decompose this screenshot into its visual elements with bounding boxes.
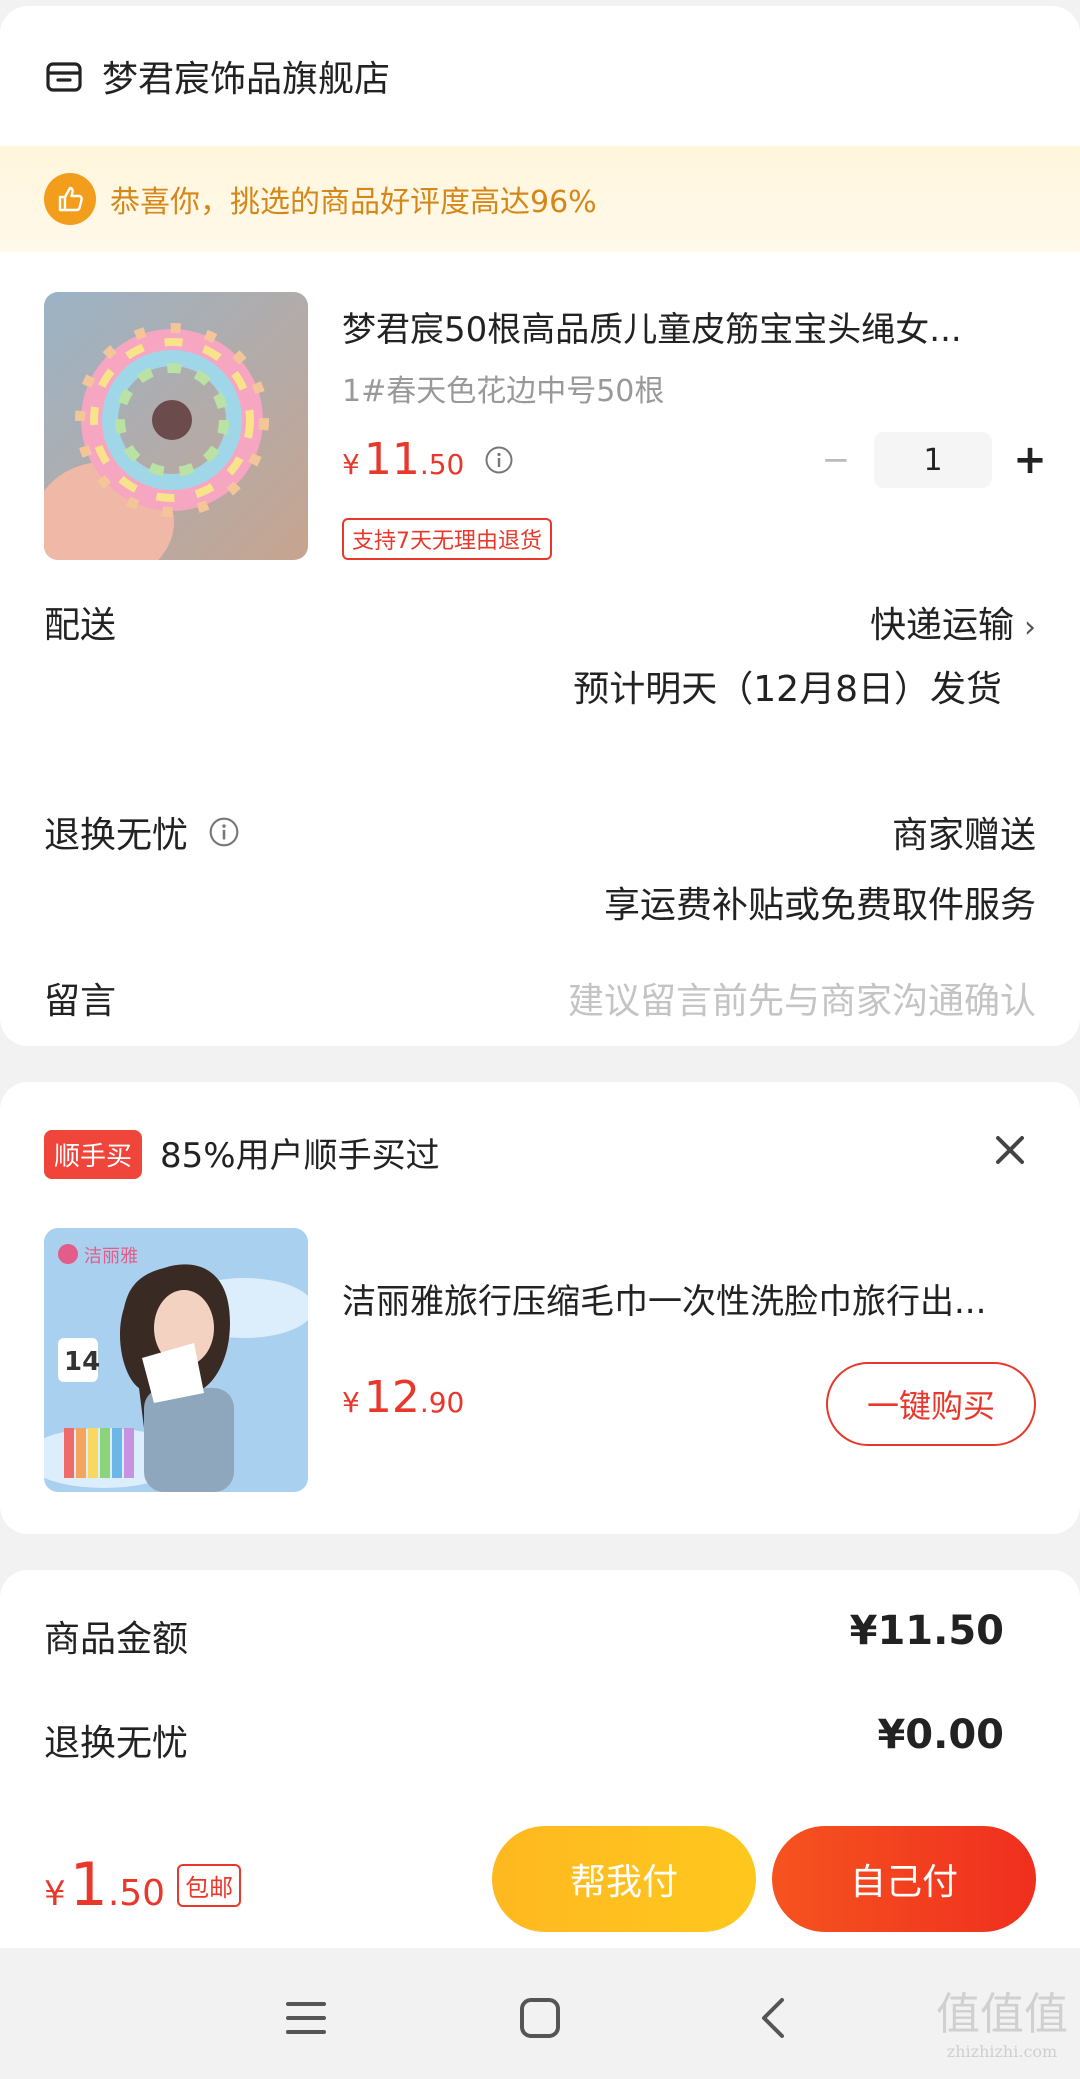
price-symbol: ¥ <box>342 1386 360 1419</box>
delivery-method-text: 快递运输 <box>869 605 1014 646</box>
product-title[interactable]: 梦君宸50根高品质儿童皮筋宝宝头绳女... <box>342 302 1042 351</box>
price-integer: 11 <box>363 434 420 485</box>
rating-banner: 恭喜你，挑选的商品好评度高达96% <box>0 146 1080 252</box>
return-service-row: 退换无忧 <box>44 806 240 858</box>
total-price: ¥ 1 .50 包邮 <box>44 1850 242 1920</box>
return-service-desc: 享运费补贴或免费取件服务 <box>603 885 1036 926</box>
recent-apps-icon[interactable] <box>276 1988 336 2048</box>
suggested-product-image[interactable]: 洁丽雅 14 <box>44 1228 308 1492</box>
shop-name: 梦君宸饰品旗舰店 <box>102 59 391 100</box>
quantity-input[interactable]: 1 <box>874 432 992 488</box>
return-fee-label: 退换无忧 <box>44 1723 189 1764</box>
message-input[interactable]: 建议留言前先与商家沟通确认 <box>568 972 1036 1024</box>
total-decimal: .50 <box>107 1873 166 1914</box>
delivery-label: 配送 <box>44 605 117 646</box>
product-image[interactable] <box>44 292 308 560</box>
quantity-stepper: − 1 + <box>818 432 1048 488</box>
return-service-label: 退换无忧 <box>44 815 189 856</box>
price-integer: 12 <box>363 1372 420 1423</box>
info-icon[interactable] <box>484 445 514 475</box>
increase-button[interactable]: + <box>1012 437 1048 483</box>
price-decimal: .90 <box>419 1386 465 1419</box>
watermark-domain: zhizhizhi.com <box>946 2042 1058 2061</box>
rating-banner-text: 恭喜你，挑选的商品好评度高达96% <box>110 185 597 220</box>
bundle-tag: 顺手买 <box>44 1130 143 1179</box>
decrease-button[interactable]: − <box>818 440 854 480</box>
one-click-buy-button[interactable]: 一键购买 <box>826 1362 1036 1446</box>
product-price: ¥ 11 .50 <box>342 434 514 485</box>
watermark-logo: 值值值 zhizhizhi.com <box>936 1978 1068 2061</box>
return-policy-tag: 支持7天无理由退货 <box>342 518 552 560</box>
price-decimal: .50 <box>419 448 465 481</box>
checkout-bar: ¥ 1 .50 包邮 帮我付 自己付 <box>0 1808 1080 1948</box>
delivery-method[interactable]: 快递运输 › <box>870 596 1036 648</box>
total-symbol: ¥ <box>44 1874 66 1914</box>
return-service-value: 商家赠送 <box>891 815 1036 856</box>
home-icon[interactable] <box>510 1988 570 2048</box>
shop-header[interactable]: 梦君宸饰品旗舰店 <box>44 50 390 102</box>
suggested-product-price: ¥ 12 .90 <box>342 1372 464 1423</box>
help-me-pay-button[interactable]: 帮我付 <box>492 1826 756 1932</box>
suggestion-card: 顺手买 85%用户顺手买过 洁丽雅 14 洁丽雅旅行压缩毛巾一次性洗脸巾旅行出.… <box>0 1082 1080 1534</box>
delivery-estimate: 预计明天（12月8日）发货 <box>573 669 1002 710</box>
message-label: 留言 <box>44 981 117 1022</box>
product-spec[interactable]: 1#春天色花边中号50根 <box>342 366 664 410</box>
close-icon[interactable] <box>992 1132 1028 1168</box>
goods-amount-value: ¥11.50 <box>849 1608 1004 1654</box>
order-card: 梦君宸饰品旗舰店 恭喜你，挑选的商品好评度高达96% 梦君宸50根高品质儿童皮筋… <box>0 6 1080 1046</box>
system-nav-bar: 值值值 zhizhizhi.com <box>0 1948 1080 2079</box>
free-shipping-tag: 包邮 <box>177 1863 242 1907</box>
thumbs-up-icon <box>44 173 96 225</box>
pay-myself-button[interactable]: 自己付 <box>772 1826 1036 1932</box>
store-icon <box>46 62 82 92</box>
info-icon[interactable] <box>208 816 240 848</box>
suggested-product-title[interactable]: 洁丽雅旅行压缩毛巾一次性洗脸巾旅行出... <box>342 1274 1022 1323</box>
bundle-text: 85%用户顺手买过 <box>160 1136 440 1176</box>
suggest-image-brand: 洁丽雅 <box>84 1246 138 1267</box>
goods-amount-label: 商品金额 <box>44 1619 189 1660</box>
watermark-text: 值值值 <box>936 1989 1068 2040</box>
price-symbol: ¥ <box>342 448 360 481</box>
return-fee-value: ¥0.00 <box>877 1712 1004 1758</box>
suggest-image-count: 14 <box>64 1347 100 1377</box>
back-icon[interactable] <box>744 1988 804 2048</box>
chevron-right-icon: › <box>1024 610 1036 645</box>
total-integer: 1 <box>69 1850 108 1920</box>
